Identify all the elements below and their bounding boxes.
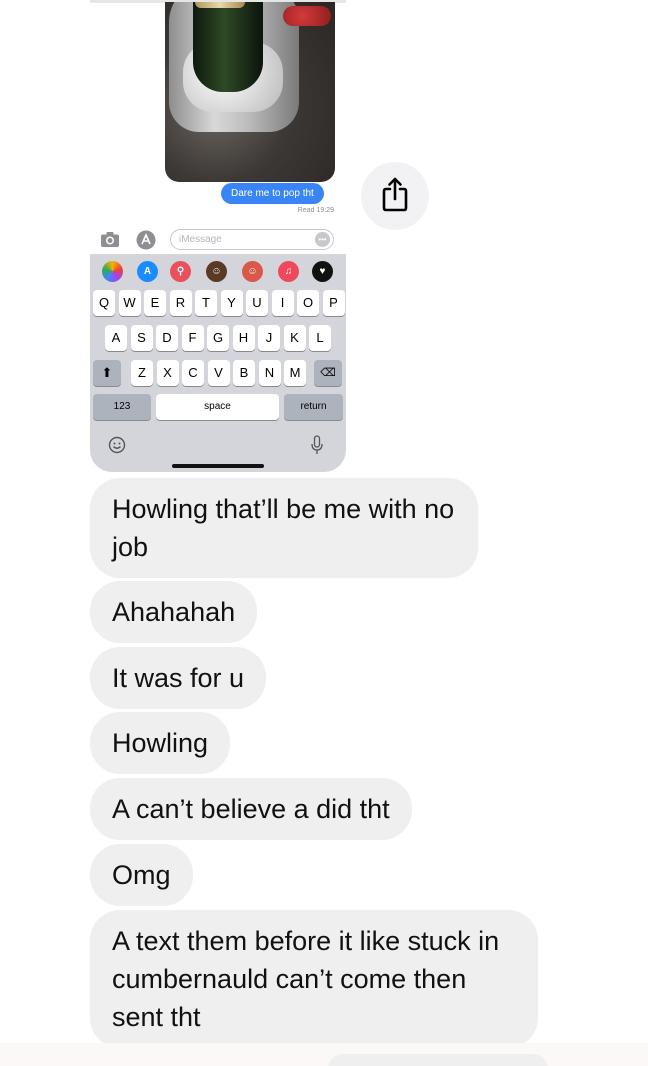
- next-message-peek: [328, 1054, 548, 1066]
- audio-waveform-icon[interactable]: •••: [315, 232, 330, 247]
- key-e[interactable]: E: [144, 290, 166, 316]
- strawberries: [283, 6, 331, 26]
- key-row-1: QWERTYUIOP: [90, 290, 346, 316]
- key-y[interactable]: Y: [220, 290, 243, 316]
- key-row-2: ASDFGHJKL: [90, 325, 346, 351]
- key-z[interactable]: Z: [131, 360, 153, 386]
- key-q[interactable]: Q: [93, 290, 115, 316]
- sent-message-bubble: Dare me to pop tht: [221, 183, 324, 204]
- read-receipt: Read 19:29: [297, 207, 334, 214]
- bottle-label: [195, 2, 245, 8]
- received-message[interactable]: Howling: [90, 712, 231, 774]
- key-i[interactable]: I: [271, 290, 294, 316]
- return-key[interactable]: return: [284, 394, 343, 420]
- key-x[interactable]: X: [156, 360, 179, 386]
- key-h[interactable]: H: [232, 325, 255, 351]
- message-input[interactable]: iMessage •••: [170, 229, 334, 250]
- memoji-sticker-icon[interactable]: ☺: [242, 261, 263, 282]
- received-message[interactable]: A text them before it like stuck in cumb…: [90, 910, 538, 1048]
- compose-bar: iMessage •••: [90, 226, 346, 254]
- bottom-edge: [0, 1043, 648, 1066]
- message-input-placeholder: iMessage: [179, 234, 222, 245]
- key-p[interactable]: P: [322, 290, 345, 316]
- key-n[interactable]: N: [258, 360, 281, 386]
- key-t[interactable]: T: [195, 290, 217, 316]
- key-o[interactable]: O: [297, 290, 319, 316]
- key-f[interactable]: F: [181, 325, 204, 351]
- key-m[interactable]: M: [284, 360, 306, 386]
- key-c[interactable]: C: [182, 360, 204, 386]
- emoji-icon[interactable]: [108, 436, 126, 454]
- key-k[interactable]: K: [283, 325, 306, 351]
- key-j[interactable]: J: [258, 325, 280, 351]
- photos-app-icon[interactable]: [102, 261, 123, 282]
- received-message[interactable]: A can’t believe a did tht: [90, 778, 412, 840]
- apps-icon[interactable]: [136, 230, 156, 250]
- embedded-screenshot[interactable]: Dare me to pop tht Read 19:29 iMessage •…: [90, 0, 346, 472]
- music-icon[interactable]: ♫: [278, 261, 299, 282]
- share-icon: [382, 177, 408, 212]
- received-message[interactable]: Howling that’ll be me with no job: [90, 478, 478, 578]
- received-message[interactable]: Ahahahah: [90, 581, 258, 643]
- received-message[interactable]: Omg: [90, 844, 193, 906]
- numbers-key[interactable]: 123: [93, 394, 151, 420]
- search-images-icon[interactable]: ⚲: [170, 261, 191, 282]
- key-a[interactable]: A: [105, 325, 127, 351]
- camera-icon[interactable]: [100, 231, 120, 248]
- received-message[interactable]: It was for u: [90, 647, 267, 709]
- memoji-icon[interactable]: ☺: [206, 261, 227, 282]
- key-v[interactable]: V: [207, 360, 230, 386]
- digital-touch-icon[interactable]: ♥: [312, 261, 333, 282]
- key-u[interactable]: U: [246, 290, 268, 316]
- key-s[interactable]: S: [130, 325, 153, 351]
- key-d[interactable]: D: [156, 325, 178, 351]
- delete-key[interactable]: ⌫: [314, 360, 342, 386]
- champagne-bottle: [193, 2, 263, 92]
- key-w[interactable]: W: [118, 290, 141, 316]
- key-row-4: 123 space return: [90, 394, 346, 420]
- share-button[interactable]: [361, 162, 429, 230]
- space-key[interactable]: space: [156, 394, 279, 420]
- key-r[interactable]: R: [169, 290, 192, 316]
- home-indicator: [172, 464, 264, 468]
- shift-key[interactable]: ⬆: [93, 360, 121, 386]
- imessage-app-row: A ⚲ ☺ ☺ ♫ ♥: [90, 254, 346, 286]
- champagne-photo: [165, 2, 335, 182]
- key-b[interactable]: B: [233, 360, 255, 386]
- app-store-icon[interactable]: A: [137, 261, 158, 282]
- key-g[interactable]: G: [207, 325, 229, 351]
- key-l[interactable]: L: [309, 325, 331, 351]
- key-row-3: ⬆ ZXCVBNM ⌫: [90, 360, 346, 386]
- mic-icon[interactable]: [310, 435, 324, 455]
